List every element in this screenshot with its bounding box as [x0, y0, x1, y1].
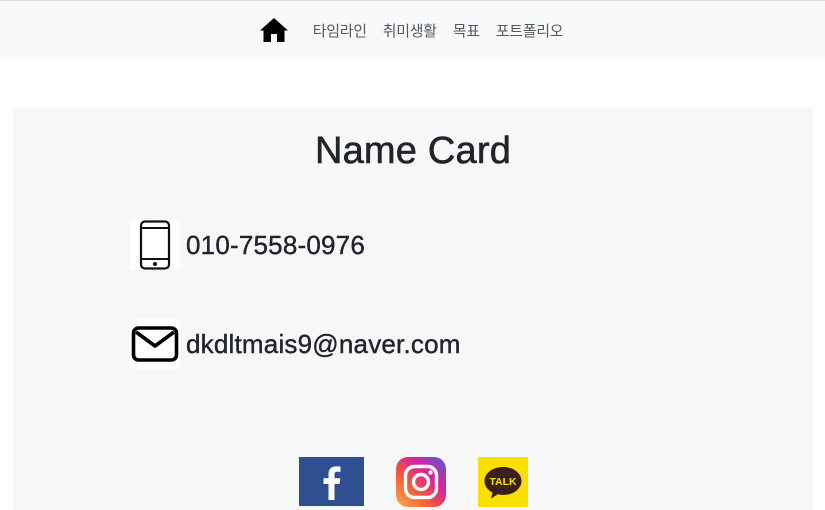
navbar: 타임라인 취미생활 목표 포트폴리오: [0, 1, 825, 59]
facebook-icon: [299, 457, 364, 506]
nav-menu: 타임라인 취미생활 목표 포트폴리오: [259, 17, 564, 43]
kakaotalk-icon: TALK: [478, 457, 528, 507]
kakaotalk-link[interactable]: TALK: [478, 457, 528, 507]
nav-link-portfolio[interactable]: 포트폴리오: [496, 20, 564, 41]
home-link[interactable]: [259, 17, 289, 43]
facebook-link[interactable]: [299, 457, 364, 506]
nav-link-hobby[interactable]: 취미생활: [383, 20, 437, 41]
smartphone-icon: [130, 220, 180, 270]
card-title: Name Card: [314, 130, 512, 173]
name-card: Name Card 010-7558-0976 dkdltmais9@naver…: [13, 108, 813, 510]
home-icon: [259, 17, 289, 43]
instagram-link[interactable]: [396, 457, 446, 507]
nav-link-goal[interactable]: 목표: [453, 20, 480, 41]
phone-row: 010-7558-0976: [130, 220, 365, 270]
envelope-icon: [130, 319, 180, 369]
kakaotalk-badge-text: TALK: [489, 476, 517, 488]
email-row: dkdltmais9@naver.com: [130, 319, 461, 369]
phone-number: 010-7558-0976: [186, 229, 365, 260]
instagram-icon: [396, 457, 446, 507]
email-address: dkdltmais9@naver.com: [186, 328, 461, 359]
nav-link-timeline[interactable]: 타임라인: [313, 20, 367, 41]
